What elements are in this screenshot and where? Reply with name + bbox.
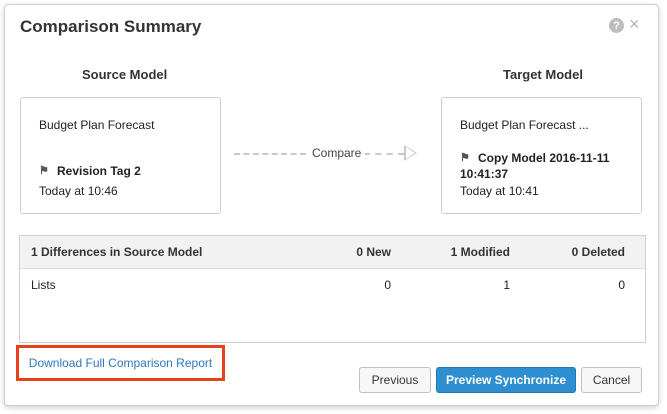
download-report-link[interactable]: Download Full Comparison Report	[16, 345, 225, 381]
target-tag-label: Copy Model 2016-11-11 10:41:37	[460, 150, 610, 182]
help-icon[interactable]: ?	[609, 18, 624, 33]
row-new: 0	[384, 278, 391, 292]
comparison-summary-dialog: Comparison Summary ? × Source Model Targ…	[4, 4, 659, 406]
row-modified: 1	[503, 278, 510, 292]
compare-dash-left	[234, 153, 306, 155]
differences-table: 1 Differences in Source Model 0 New 1 Mo…	[19, 235, 646, 343]
target-tag-line1: Copy Model 2016-11-11	[478, 151, 610, 165]
header-new: 0 New	[356, 245, 391, 259]
previous-button[interactable]: Previous	[359, 367, 431, 393]
source-model-heading: Source Model	[82, 67, 168, 82]
close-icon[interactable]: ×	[629, 15, 640, 33]
differences-table-header: 1 Differences in Source Model 0 New 1 Mo…	[20, 236, 645, 269]
compare-label: Compare	[308, 146, 366, 160]
source-revision-tag: ⚑ Revision Tag 2	[39, 164, 141, 178]
target-model-time: Today at 10:41	[460, 184, 539, 198]
row-name: Lists	[31, 278, 56, 292]
compare-indicator: Compare	[234, 144, 417, 164]
target-revision-tag: ⚑ Copy Model 2016-11-11 10:41:37	[460, 150, 609, 182]
source-model-name: Budget Plan Forecast	[39, 118, 155, 132]
source-model-time: Today at 10:46	[39, 184, 118, 198]
target-model-card: Budget Plan Forecast ... ⚑ Copy Model 20…	[441, 97, 642, 214]
tag-icon: ⚑	[39, 165, 49, 177]
dialog-title: Comparison Summary	[20, 17, 202, 36]
row-deleted: 0	[618, 278, 625, 292]
target-tag-line2: 10:41:37	[460, 167, 509, 181]
differences-title: 1 Differences in Source Model	[31, 245, 203, 259]
compare-dash-right	[364, 153, 404, 155]
preview-synchronize-button[interactable]: Preview Synchronize	[436, 367, 576, 393]
arrow-right-icon	[404, 145, 417, 161]
header-modified: 1 Modified	[450, 245, 510, 259]
table-row: Lists 0 1 0	[20, 269, 645, 299]
header-deleted: 0 Deleted	[571, 245, 625, 259]
target-model-name: Budget Plan Forecast ...	[460, 118, 589, 132]
cancel-button[interactable]: Cancel	[581, 367, 642, 393]
target-model-heading: Target Model	[503, 67, 583, 82]
source-tag-label: Revision Tag 2	[57, 164, 141, 178]
source-model-card: Budget Plan Forecast ⚑ Revision Tag 2 To…	[20, 97, 221, 214]
